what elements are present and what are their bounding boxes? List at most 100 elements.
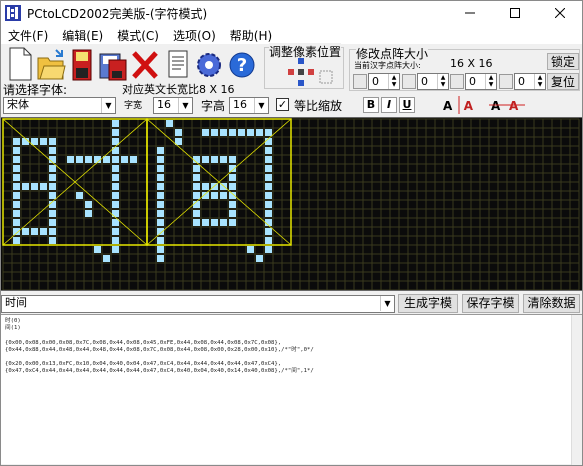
- glyph-pixel-grid[interactable]: [1, 118, 582, 291]
- glyph-pixel: [157, 156, 164, 163]
- glyph-pixel: [157, 165, 164, 172]
- glyph-pixel: [22, 183, 29, 190]
- save-as-icon[interactable]: [98, 46, 128, 84]
- spinner-3[interactable]: 0 ▲ ▼: [465, 73, 497, 90]
- glyph-pixel: [31, 228, 38, 235]
- italic-button[interactable]: I: [381, 97, 397, 113]
- glyph-pixel: [49, 138, 56, 145]
- glyph-pixel: [157, 219, 164, 226]
- menu-mode[interactable]: 模式(C): [110, 25, 166, 44]
- spinner-arrows-icon[interactable]: ▲ ▼: [388, 74, 399, 89]
- glyph-pixel: [247, 129, 254, 136]
- chevron-down-icon[interactable]: ▼: [380, 296, 394, 311]
- output-text: 时(0) 间(1) {0x00,0x08,0x00,0x08,0x7C,0x08…: [5, 318, 314, 375]
- menu-file[interactable]: 文件(F): [1, 25, 55, 44]
- new-file-icon[interactable]: [5, 46, 35, 84]
- glyph-pixel: [265, 183, 272, 190]
- glyph-pixel: [76, 192, 83, 199]
- minimize-button[interactable]: [448, 1, 492, 25]
- toolbar: ? 调整像素位置 修改点阵大小 当前汉字点阵大小: 16 X 16 锁定 复位 …: [1, 43, 582, 97]
- glyph-pixel: [157, 192, 164, 199]
- proportional-checkbox[interactable]: ✓: [276, 98, 289, 111]
- scrollbar[interactable]: [571, 315, 582, 465]
- glyph-pixel: [157, 237, 164, 244]
- help-icon[interactable]: ?: [227, 46, 257, 84]
- height-select[interactable]: 16 ▼: [229, 97, 269, 114]
- save-font-button[interactable]: 保存字模: [462, 294, 519, 313]
- generate-button[interactable]: 生成字模: [398, 294, 458, 313]
- shift-reset-icon[interactable]: [319, 70, 333, 84]
- glyph-pixel: [265, 228, 272, 235]
- menu-options[interactable]: 选项(O): [166, 25, 223, 44]
- clear-button[interactable]: 清除数据: [523, 294, 580, 313]
- glyph-pixel: [265, 210, 272, 217]
- glyph-pixel: [193, 192, 200, 199]
- open-folder-icon[interactable]: [36, 46, 66, 84]
- spinner-arrows-icon[interactable]: ▲ ▼: [437, 74, 448, 89]
- glyph-pixel: [112, 237, 119, 244]
- bold-button[interactable]: B: [363, 97, 379, 113]
- glyph-pixel: [211, 156, 218, 163]
- char-width-label: 对应英文长宽比8 X 16: [122, 83, 235, 96]
- font-name-select[interactable]: 宋体 ▼: [3, 97, 116, 114]
- glyph-pixel: [211, 219, 218, 226]
- flip-horizontal-icon[interactable]: AA: [441, 96, 477, 114]
- glyph-pixel: [220, 129, 227, 136]
- glyph-pixel: [13, 174, 20, 181]
- spinner-arrows-icon[interactable]: ▲ ▼: [485, 74, 496, 89]
- width-decrease-icon[interactable]: [353, 74, 367, 89]
- current-size-value: 16 X 16: [450, 57, 493, 70]
- flip-vertical-icon[interactable]: AA: [489, 96, 525, 114]
- gear-icon[interactable]: [194, 46, 224, 84]
- glyph-pixel: [229, 201, 236, 208]
- output-textarea[interactable]: 时(0) 间(1) {0x00,0x08,0x00,0x08,0x7C,0x08…: [1, 314, 582, 465]
- glyph-pixel: [193, 183, 200, 190]
- glyph-pixel: [112, 174, 119, 181]
- glyph-pixel: [157, 147, 164, 154]
- glyph-pixel: [193, 210, 200, 217]
- height-increase-icon[interactable]: [499, 74, 513, 89]
- width-spinner[interactable]: 0 ▲ ▼: [368, 73, 400, 90]
- glyph-pixel: [85, 201, 92, 208]
- glyph-pixel: [85, 156, 92, 163]
- spinner-arrows-icon[interactable]: ▲ ▼: [534, 74, 545, 89]
- glyph-pixel: [229, 129, 236, 136]
- close-button[interactable]: [538, 1, 582, 25]
- shift-arrows-icon[interactable]: [288, 58, 314, 86]
- chevron-down-icon: ▼: [178, 98, 192, 113]
- height-spinner[interactable]: 0 ▲ ▼: [417, 73, 449, 90]
- glyph-pixel: [157, 174, 164, 181]
- text-input[interactable]: 时间 ▼: [1, 295, 395, 313]
- save-icon[interactable]: [67, 46, 97, 84]
- glyph-pixel: [256, 129, 263, 136]
- width-increase-icon[interactable]: [450, 74, 464, 89]
- glyph-pixel: [13, 183, 20, 190]
- restore-button[interactable]: 复位: [547, 73, 579, 90]
- height-decrease-icon[interactable]: [402, 74, 416, 89]
- proportional-label: 等比缩放: [294, 99, 343, 113]
- app-logo-icon: [5, 5, 21, 21]
- glyph-pixel: [265, 192, 272, 199]
- spinner-4[interactable]: 0 ▲ ▼: [514, 73, 546, 90]
- delete-icon[interactable]: [130, 46, 160, 84]
- glyph-pixel: [238, 129, 245, 136]
- glyph-pixel: [13, 138, 20, 145]
- menu-help[interactable]: 帮助(H): [223, 25, 279, 44]
- svg-text:A: A: [463, 99, 473, 113]
- width-label: 字宽: [124, 101, 143, 111]
- lock-button[interactable]: 锁定: [547, 53, 579, 70]
- width-select[interactable]: 16 ▼: [153, 97, 193, 114]
- glyph-pixel: [112, 156, 119, 163]
- underline-button[interactable]: U: [399, 97, 415, 113]
- svg-text:A: A: [509, 99, 519, 113]
- glyph-pixel: [40, 228, 47, 235]
- glyph-pixel: [13, 192, 20, 199]
- menu-edit[interactable]: 编辑(E): [55, 25, 110, 44]
- maximize-button[interactable]: [493, 1, 537, 25]
- glyph-pixel: [229, 156, 236, 163]
- glyph-editor-canvas[interactable]: [1, 117, 582, 291]
- document-icon[interactable]: [163, 46, 193, 84]
- glyph-pixel: [49, 210, 56, 217]
- menu-bar: 文件(F) 编辑(E) 模式(C) 选项(O) 帮助(H): [1, 25, 582, 44]
- glyph-pixel: [202, 183, 209, 190]
